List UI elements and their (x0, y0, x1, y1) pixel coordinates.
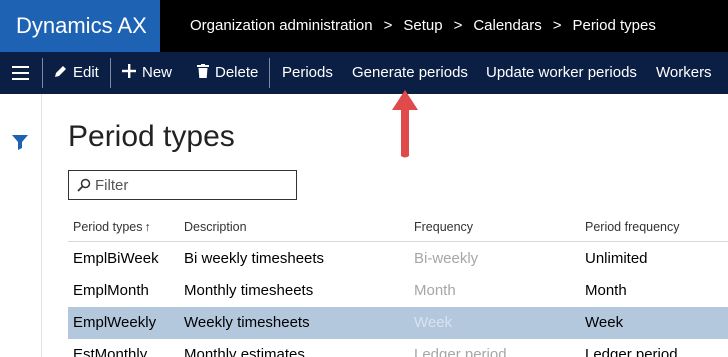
cell-period-frequency: Unlimited (585, 250, 648, 267)
breadcrumb-item-organization-administration[interactable]: Organization administration (190, 17, 373, 34)
table-row-selected[interactable]: EmplWeekly Weekly timesheets Week Week (68, 307, 728, 339)
cell-description: Monthly estimates (184, 346, 305, 357)
update-worker-periods-button[interactable]: Update worker periods (486, 52, 637, 94)
filter-field[interactable] (68, 170, 297, 200)
breadcrumb-separator: > (552, 17, 562, 34)
hamburger-icon[interactable] (12, 66, 29, 80)
cell-frequency: Ledger period (414, 346, 507, 357)
funnel-icon[interactable] (12, 134, 28, 150)
cell-period-type: EmplMonth (73, 282, 149, 299)
table-row[interactable]: EstMonthly Monthly estimates Ledger peri… (68, 339, 728, 357)
trash-icon (197, 64, 209, 78)
pencil-icon (55, 66, 66, 77)
divider (42, 58, 43, 88)
workers-button[interactable]: Workers (656, 52, 712, 94)
cell-description: Monthly timesheets (184, 282, 314, 299)
filter-input[interactable] (95, 175, 291, 195)
periods-button[interactable]: Periods (282, 52, 333, 94)
breadcrumb-separator: > (383, 17, 393, 34)
breadcrumb-separator: > (453, 17, 463, 34)
cell-period-type: EmplWeekly (73, 314, 157, 331)
cell-period-frequency: Ledger period (585, 346, 678, 357)
cell-frequency: Bi-weekly (414, 250, 479, 267)
column-header-period-frequency[interactable]: Period frequency (585, 220, 680, 234)
divider (269, 58, 270, 88)
annotation-arrow-icon (392, 90, 418, 158)
column-header-period-types[interactable]: Period types ↑ (73, 220, 151, 234)
action-pane: Edit New Delete Periods Generate periods… (0, 52, 728, 94)
plus-icon (122, 64, 136, 78)
cell-frequency: Month (414, 282, 456, 299)
magnifier-icon (77, 178, 91, 192)
new-label: New (142, 64, 173, 81)
cell-description: Weekly timesheets (184, 314, 310, 331)
column-header-description[interactable]: Description (184, 220, 247, 234)
app-title[interactable]: Dynamics AX (0, 0, 160, 52)
filter-pane (0, 94, 42, 357)
delete-button[interactable]: Delete (197, 52, 258, 94)
top-bar: Dynamics AX Organization administration >… (0, 0, 728, 52)
cell-frequency: Week (414, 314, 453, 331)
breadcrumb-item-setup[interactable]: Setup (403, 17, 442, 34)
cell-description: Bi weekly timesheets (184, 250, 325, 267)
new-button[interactable]: New (122, 52, 172, 94)
divider (110, 58, 111, 88)
cell-period-type: EstMonthly (73, 346, 148, 357)
delete-label: Delete (215, 64, 259, 81)
edit-label: Edit (73, 64, 99, 81)
grid-header: Period types ↑ Description Frequency Peri… (68, 212, 728, 242)
column-header-frequency[interactable]: Frequency (414, 220, 473, 234)
cell-period-frequency: Week (585, 314, 624, 331)
breadcrumb: Organization administration > Setup > Calend… (190, 0, 656, 52)
table-row[interactable]: EmplMonth Monthly timesheets Month Month (68, 275, 728, 307)
sort-ascending-icon: ↑ (144, 220, 151, 234)
column-header-label: Period types (73, 220, 143, 234)
cell-period-frequency: Month (585, 282, 627, 299)
breadcrumb-item-calendars[interactable]: Calendars (473, 17, 541, 34)
table-row[interactable]: EmplBiWeek Bi weekly timesheets Bi-weekl… (68, 243, 728, 275)
breadcrumb-item-period-types[interactable]: Period types (572, 17, 655, 34)
page-title: Period types (68, 120, 235, 153)
cell-period-type: EmplBiWeek (73, 250, 159, 267)
edit-button[interactable]: Edit (54, 52, 99, 94)
